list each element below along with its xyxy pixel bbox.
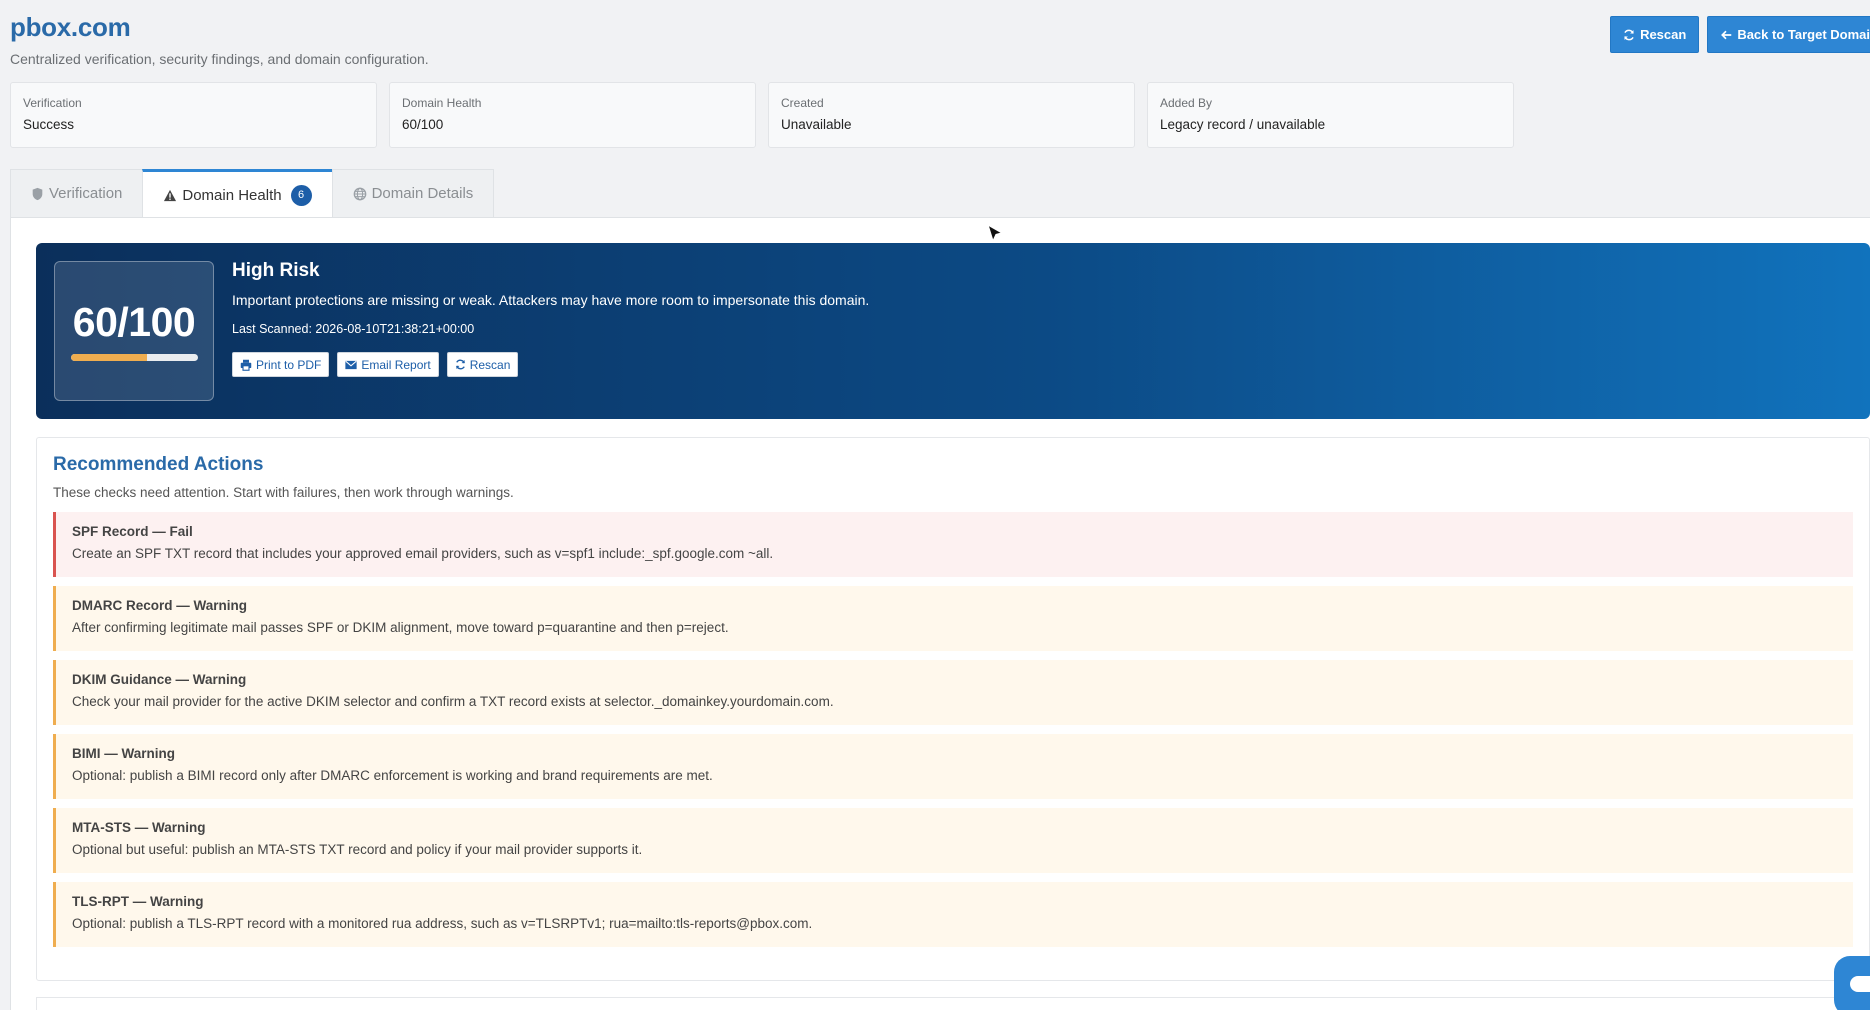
tab-domain-health[interactable]: Domain Health 6	[142, 169, 333, 218]
action-description: Optional: publish a BIMI record only aft…	[72, 768, 713, 783]
report-actions: Print to PDF Email Report Rescan	[232, 352, 869, 377]
score-progress-bar	[71, 354, 198, 361]
action-item-mta-sts: MTA-STS — Warning Optional but useful: p…	[53, 808, 1853, 873]
stat-verification: Verification Success	[10, 82, 377, 148]
action-title: MTA-STS — Warning	[72, 820, 206, 835]
stat-value: Unavailable	[781, 117, 852, 132]
stat-value: Success	[23, 117, 75, 132]
score-progress-fill	[71, 354, 148, 361]
action-description: Optional but useful: publish an MTA-STS …	[72, 842, 643, 857]
action-description: Optional: publish a TLS-RPT record with …	[72, 916, 813, 931]
refresh-icon	[455, 359, 466, 370]
page-subtitle: Centralized verification, security findi…	[10, 51, 429, 67]
action-item-tls-rpt: TLS-RPT — Warning Optional: publish a TL…	[53, 882, 1853, 947]
email-label: Email Report	[361, 357, 431, 372]
hero-rescan-button[interactable]: Rescan	[446, 352, 519, 377]
last-scanned: Last Scanned: 2026-08-10T21:38:21+00:00	[232, 322, 475, 336]
action-item-dkim: DKIM Guidance — Warning Check your mail …	[53, 660, 1853, 725]
globe-icon	[353, 187, 367, 201]
warning-icon	[163, 189, 177, 202]
section-title: Recommended Actions	[53, 454, 264, 475]
arrow-left-icon	[1720, 29, 1732, 41]
back-label: Back to Target Domai	[1737, 27, 1870, 42]
stat-added-by: Added By Legacy record / unavailable	[1147, 82, 1514, 148]
tab-bar: Verification Domain Health 6 Domain Deta…	[10, 169, 495, 218]
action-item-bimi: BIMI — Warning Optional: publish a BIMI …	[53, 734, 1853, 799]
action-description: Check your mail provider for the active …	[72, 694, 834, 709]
rescan-label: Rescan	[1640, 27, 1687, 42]
print-label: Print to PDF	[256, 357, 322, 372]
rescan-label: Rescan	[469, 357, 511, 372]
action-list: SPF Record — Fail Create an SPF TXT reco…	[53, 512, 1853, 956]
back-to-target-button[interactable]: Back to Target Domai	[1707, 16, 1870, 53]
action-title: SPF Record — Fail	[72, 524, 193, 539]
risk-title: High Risk	[232, 260, 320, 281]
top-actions: Rescan Back to Target Domai	[1610, 16, 1870, 53]
email-report-button[interactable]: Email Report	[337, 352, 439, 377]
chat-icon	[1850, 976, 1870, 992]
action-item-spf: SPF Record — Fail Create an SPF TXT reco…	[53, 512, 1853, 577]
rescan-button[interactable]: Rescan	[1610, 16, 1700, 53]
action-description: Create an SPF TXT record that includes y…	[72, 546, 774, 561]
tab-label: Domain Health	[182, 186, 282, 204]
section-subtitle: These checks need attention. Start with …	[53, 485, 514, 500]
stat-label: Created	[781, 96, 824, 110]
tab-label: Verification	[49, 185, 123, 202]
tab-verification[interactable]: Verification	[10, 169, 144, 217]
recommended-actions-card: Recommended Actions These checks need at…	[36, 437, 1870, 981]
page-header: pbox.com Centralized verification, secur…	[10, 12, 429, 67]
next-section-card	[36, 997, 1870, 1010]
risk-description: Important protections are missing or wea…	[232, 292, 870, 308]
action-title: DKIM Guidance — Warning	[72, 672, 247, 687]
refresh-icon	[1623, 29, 1635, 41]
health-score-banner: 60/100 High Risk Important protections a…	[36, 243, 1870, 419]
action-description: After confirming legitimate mail passes …	[72, 620, 729, 635]
tab-label: Domain Details	[371, 185, 474, 202]
stat-domain-health: Domain Health 60/100	[389, 82, 756, 148]
mouse-cursor-icon	[986, 223, 1005, 249]
score-box: 60/100	[54, 261, 214, 401]
tab-domain-details[interactable]: Domain Details	[331, 169, 495, 217]
stat-created: Created Unavailable	[768, 82, 1135, 148]
score-value: 60/100	[72, 299, 196, 345]
stat-label: Added By	[1160, 96, 1213, 110]
chat-widget-button[interactable]	[1834, 956, 1870, 1010]
summary-stats: Verification Success Domain Health 60/10…	[10, 82, 1514, 148]
count-badge: 6	[290, 184, 312, 206]
stat-label: Domain Health	[402, 96, 482, 110]
action-title: TLS-RPT — Warning	[72, 894, 204, 909]
action-item-dmarc: DMARC Record — Warning After confirming …	[53, 586, 1853, 651]
envelope-icon	[345, 360, 357, 370]
stat-label: Verification	[23, 96, 82, 110]
page-title: pbox.com	[10, 12, 131, 42]
stat-value: 60/100	[402, 117, 444, 132]
shield-icon	[31, 187, 44, 201]
printer-icon	[240, 359, 252, 371]
print-pdf-button[interactable]: Print to PDF	[232, 352, 330, 377]
action-title: BIMI — Warning	[72, 746, 175, 761]
risk-summary: High Risk Important protections are miss…	[232, 260, 869, 377]
action-title: DMARC Record — Warning	[72, 598, 247, 613]
stat-value: Legacy record / unavailable	[1160, 117, 1326, 132]
